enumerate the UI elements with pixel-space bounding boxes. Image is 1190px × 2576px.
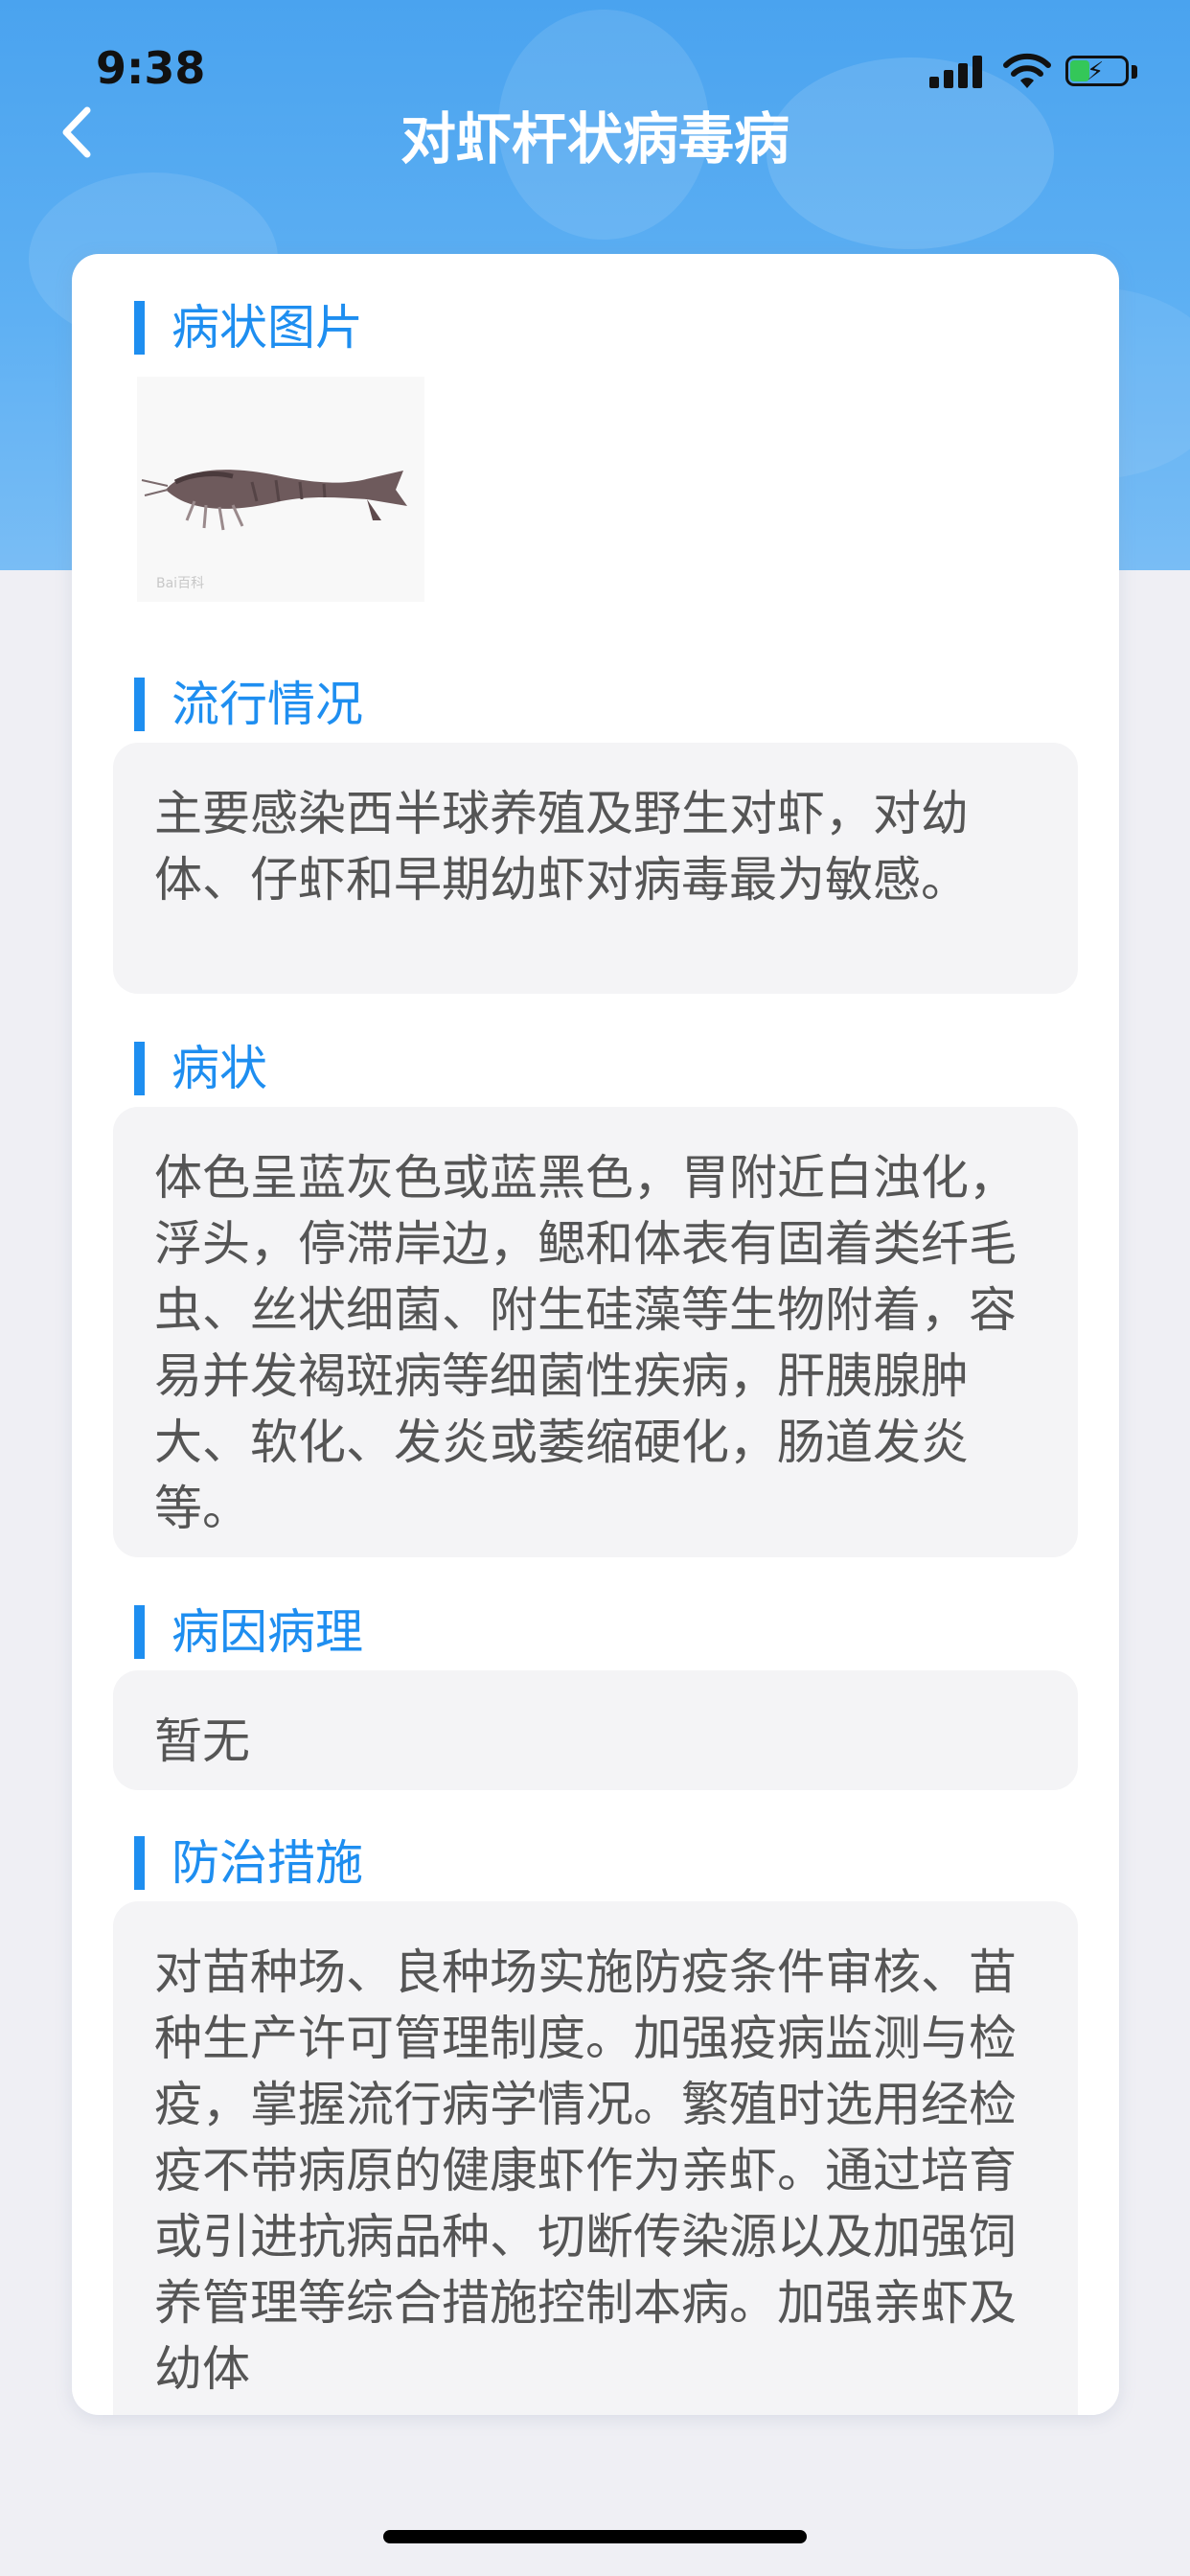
section-header-etiology: 病因病理 xyxy=(134,1603,363,1661)
accent-bar xyxy=(134,301,145,355)
home-indicator[interactable] xyxy=(383,2530,807,2543)
page-title: 对虾杆状病毒病 xyxy=(400,106,790,172)
section-title: 流行情况 xyxy=(172,677,363,732)
epidemic-text-box: 主要感染西半球养殖及野生对虾，对幼体、仔虾和早期幼虾对病毒最为敏感。 xyxy=(113,743,1078,994)
section-header-epidemic: 流行情况 xyxy=(134,676,363,733)
accent-bar xyxy=(134,1605,145,1659)
section-header-symptoms: 病状 xyxy=(134,1040,267,1097)
battery-icon: ⚡ xyxy=(1065,54,1142,90)
symptoms-text: 体色呈蓝灰色或蓝黑色，胃附近白浊化，浮头，停滞岸边，鳃和体表有固着类纤毛虫、丝状… xyxy=(154,1150,1017,1536)
symptoms-text-box: 体色呈蓝灰色或蓝黑色，胃附近白浊化，浮头，停滞岸边，鳃和体表有固着类纤毛虫、丝状… xyxy=(113,1107,1078,1557)
etiology-text-box: 暂无 xyxy=(113,1670,1078,1790)
status-time: 9:38 xyxy=(96,42,206,94)
prevention-text-box: 对苗种场、良种场实施防疫条件审核、苗种生产许可管理制度。加强疫病监测与检疫，掌握… xyxy=(113,1901,1078,2415)
section-header-images: 病状图片 xyxy=(134,299,363,356)
etiology-text: 暂无 xyxy=(154,1714,250,1769)
section-title: 病因病理 xyxy=(172,1604,363,1660)
epidemic-text: 主要感染西半球养殖及野生对虾，对幼体、仔虾和早期幼虾对病毒最为敏感。 xyxy=(154,786,969,908)
wifi-icon xyxy=(1003,53,1051,88)
accent-bar xyxy=(134,1836,145,1890)
detail-card: 病状图片 Bai百科 流行情况 主要感染西半球养殖及野生对虾，对幼体、仔虾和早期… xyxy=(72,254,1119,2415)
symptom-image[interactable]: Bai百科 xyxy=(137,377,424,602)
section-header-prevention: 防治措施 xyxy=(134,1834,363,1892)
shrimp-image: Bai百科 xyxy=(137,377,424,602)
section-title: 病状 xyxy=(172,1041,267,1096)
svg-text:Bai百科: Bai百科 xyxy=(156,576,204,591)
signal-icon xyxy=(929,56,985,88)
section-title: 防治措施 xyxy=(172,1835,363,1891)
accent-bar xyxy=(134,1042,145,1095)
accent-bar xyxy=(134,678,145,731)
section-title: 病状图片 xyxy=(172,300,363,356)
prevention-text: 对苗种场、良种场实施防疫条件审核、苗种生产许可管理制度。加强疫病监测与检疫，掌握… xyxy=(154,1944,1017,2397)
